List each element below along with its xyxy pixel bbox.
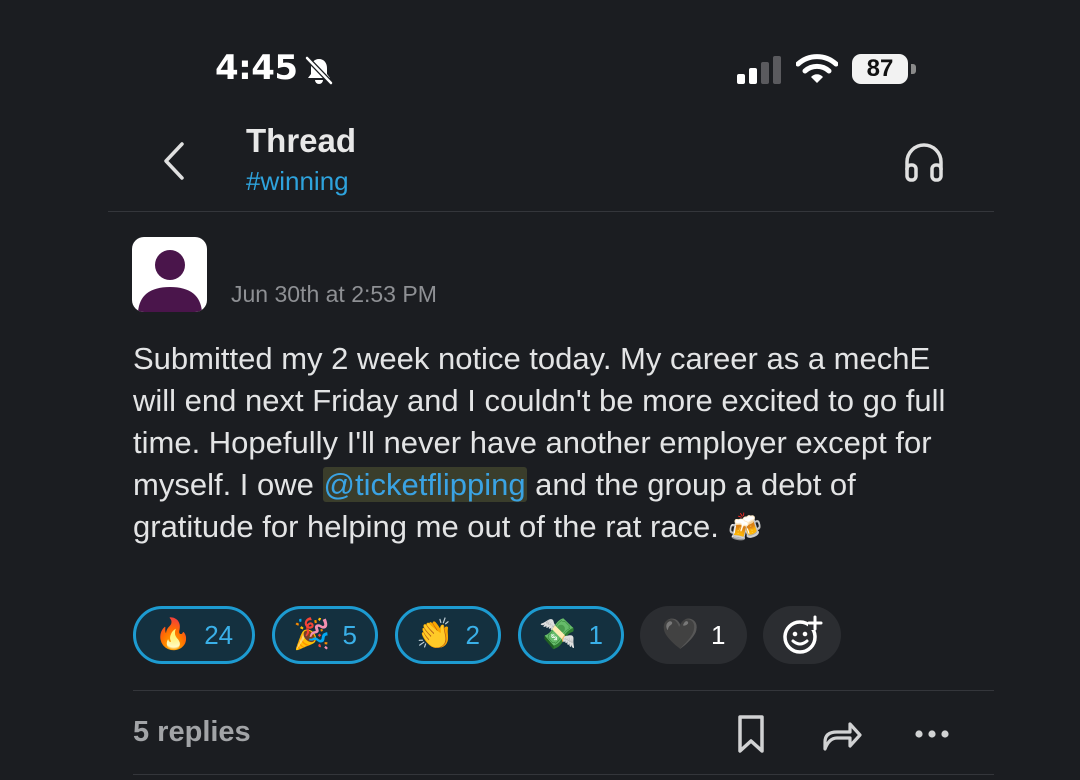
reaction-money[interactable]: 💸 1 [518,606,624,664]
cellular-signal-icon [737,56,781,84]
channel-link[interactable]: #winning [246,166,349,197]
avatar[interactable] [132,237,207,312]
bell-slash-icon [305,56,333,85]
wifi-icon [796,54,838,83]
battery-icon: 87 [852,54,918,86]
bookmark-icon[interactable] [729,712,773,756]
message-text: Submitted my 2 week notice today. My car… [133,338,963,549]
add-reaction-button[interactable] [763,606,841,664]
fire-emoji: 🔥 [154,618,193,651]
battery-level: 87 [852,54,908,84]
headphones-icon[interactable] [902,140,946,184]
add-reaction-icon [783,615,823,654]
share-icon[interactable] [820,712,864,756]
reaction-clap[interactable]: 👏 2 [395,606,501,664]
party-popper-emoji: 🎉 [293,618,331,651]
header-divider [108,211,994,212]
status-time: 4:45 [215,48,298,88]
bottom-divider [133,774,994,775]
replies-count[interactable]: 5 replies [133,716,251,749]
more-icon[interactable] [910,712,954,756]
reaction-black-heart[interactable]: 🖤 1 [640,606,747,664]
reaction-count: 24 [204,619,234,650]
reaction-count: 1 [710,619,726,650]
footer-divider [133,690,994,691]
user-silhouette-icon [138,250,202,312]
reaction-party[interactable]: 🎉 5 [272,606,378,664]
page-title: Thread [246,122,357,159]
user-mention[interactable]: @ticketflipping [322,467,527,502]
black-heart-emoji: 🖤 [661,618,699,651]
reaction-count: 1 [588,619,603,650]
reaction-fire[interactable]: 🔥 24 [133,606,255,664]
beer-emoji: 🍻 [727,512,763,543]
message-timestamp: Jun 30th at 2:53 PM [231,281,437,307]
reaction-count: 2 [465,619,480,650]
clapping-hands-emoji: 👏 [416,618,454,651]
reaction-count: 5 [342,619,357,650]
thread-header: Thread #winning [0,110,1080,210]
back-chevron-icon[interactable] [158,140,192,182]
money-emoji: 💸 [539,618,577,651]
